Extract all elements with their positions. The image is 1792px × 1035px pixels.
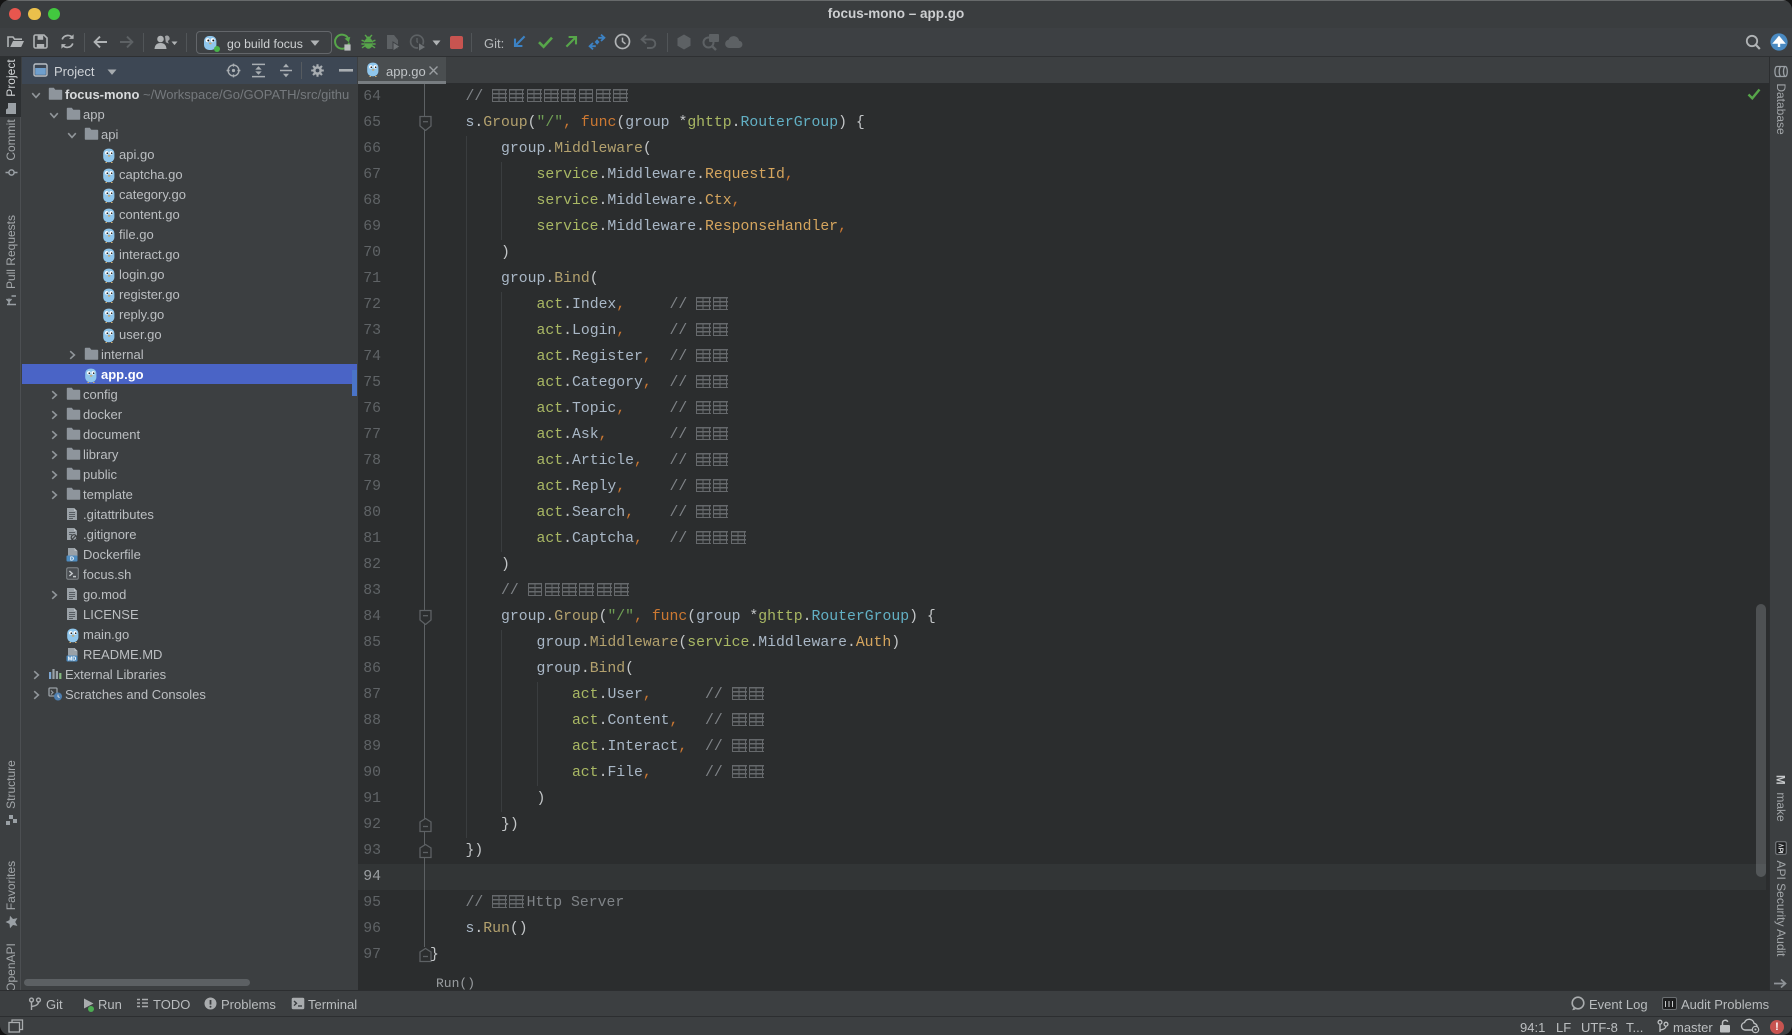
svg-text:MD: MD bbox=[68, 656, 77, 662]
svg-text:M: M bbox=[1775, 775, 1786, 785]
svg-text:D: D bbox=[70, 556, 74, 562]
